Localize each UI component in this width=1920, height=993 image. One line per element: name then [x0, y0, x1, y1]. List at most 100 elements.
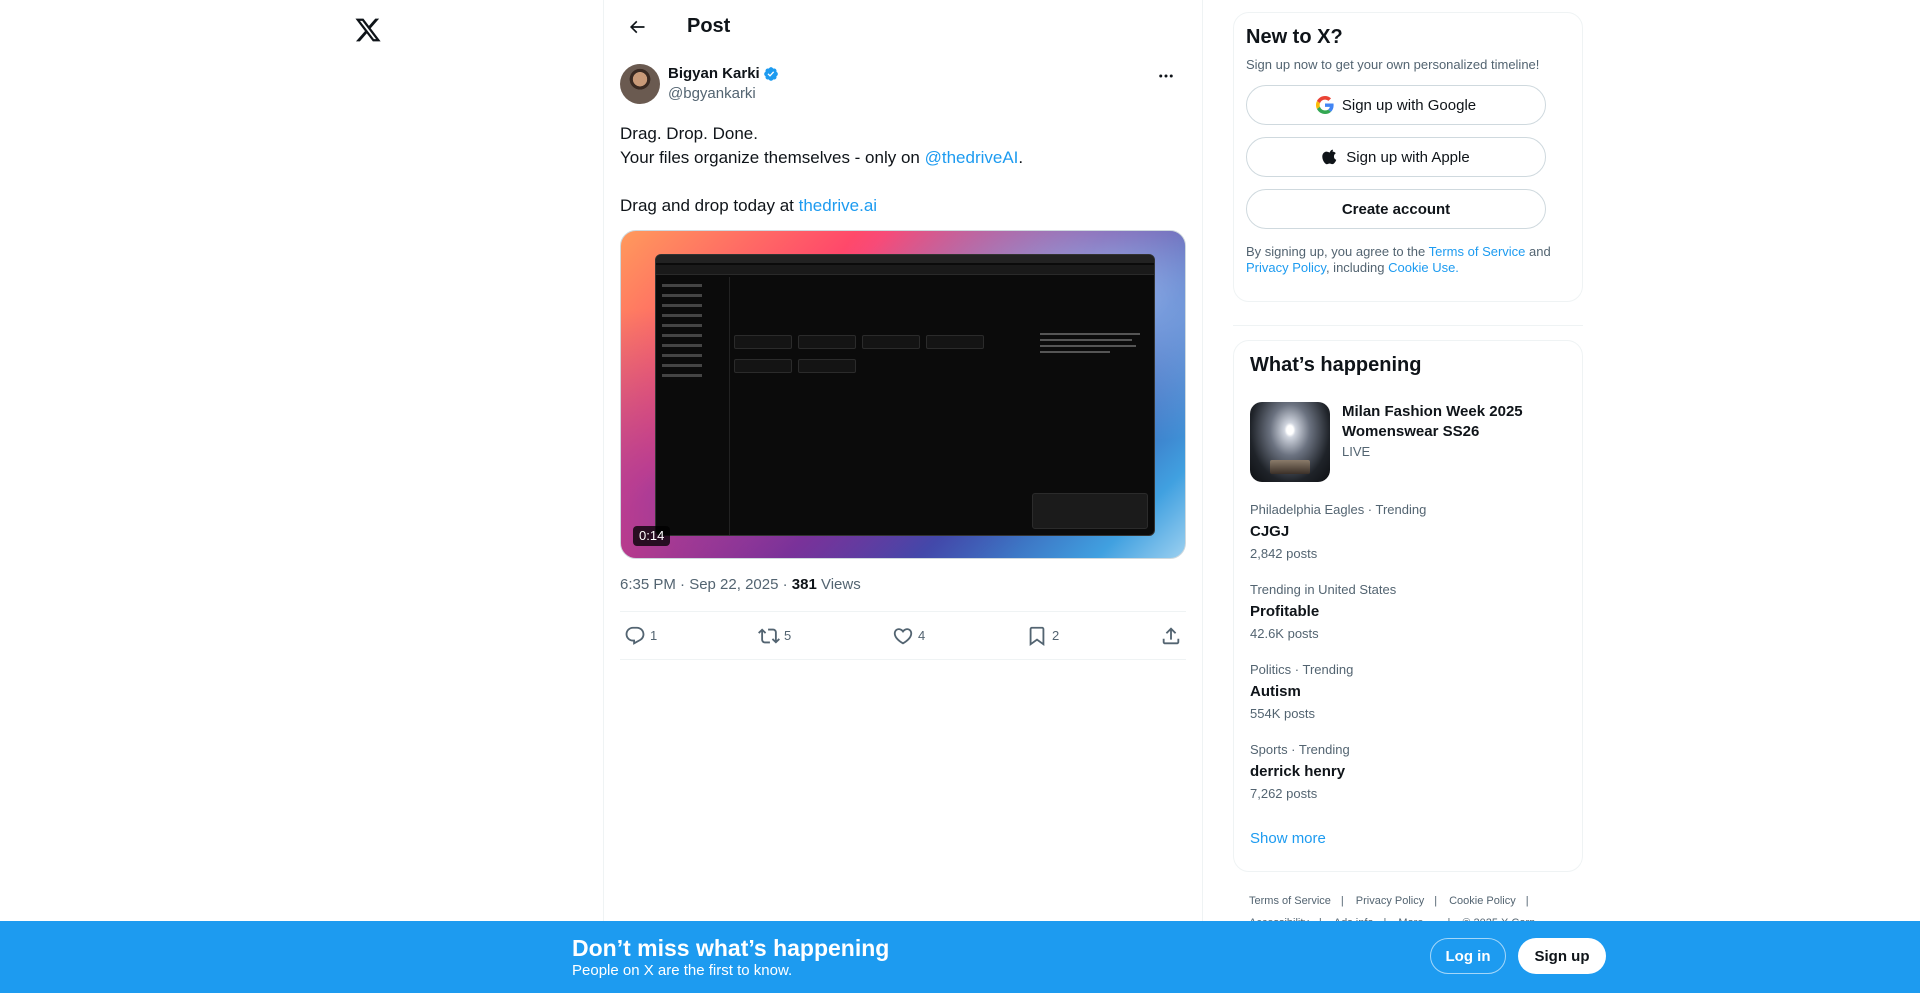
trend-item[interactable]: Politics · Trending Autism 554K posts — [1250, 662, 1566, 722]
bookmark-button[interactable]: 2 — [1026, 625, 1160, 647]
featured-trend-image — [1250, 402, 1330, 482]
post: Bigyan Karki @bgyankarki Drag. Drop. Don… — [604, 64, 1202, 660]
trend-count: 2,842 posts — [1250, 546, 1318, 561]
banner-buttons: Log in Sign up — [1430, 938, 1606, 974]
signup-title: New to X? — [1246, 26, 1343, 48]
create-account-button[interactable]: Create account — [1246, 189, 1546, 229]
x-logo-icon[interactable] — [348, 10, 388, 50]
footer-link[interactable]: Terms of Service — [1249, 890, 1331, 912]
apple-signup-button[interactable]: Sign up with Apple — [1246, 137, 1546, 177]
trend-name: Profitable — [1250, 603, 1320, 620]
share-button[interactable] — [1160, 625, 1182, 647]
trending-card: What’s happening Milan Fashion Week 2025… — [1233, 340, 1583, 872]
signup-subtitle: Sign up now to get your own personalized… — [1246, 57, 1540, 72]
author-name-row: Bigyan Karki — [668, 64, 779, 84]
trend-category: Philadelphia Eagles · Trending — [1250, 502, 1427, 517]
signup-button[interactable]: Sign up — [1518, 938, 1606, 974]
repost-button[interactable]: 5 — [758, 625, 892, 647]
footer-link[interactable]: Privacy Policy — [1356, 890, 1424, 912]
show-more-link[interactable]: Show more — [1250, 830, 1566, 847]
login-button[interactable]: Log in — [1430, 938, 1506, 974]
apple-signup-label: Sign up with Apple — [1346, 148, 1470, 166]
author-row: Bigyan Karki @bgyankarki — [620, 64, 1186, 110]
mention-link[interactable]: @thedriveAI — [925, 148, 1019, 167]
repost-count: 5 — [784, 628, 792, 643]
views-label: Views — [816, 576, 861, 593]
trend-count: 42.6K posts — [1250, 626, 1319, 641]
like-button[interactable]: 4 — [892, 625, 1026, 647]
signup-card: New to X? Sign up now to get your own pe… — [1233, 12, 1583, 302]
trend-count: 554K posts — [1250, 706, 1316, 721]
trend-item[interactable]: Philadelphia Eagles · Trending CJGJ 2,84… — [1250, 502, 1566, 562]
post-actions: 1 5 4 2 — [620, 611, 1186, 660]
left-nav — [340, 0, 602, 993]
google-signup-label: Sign up with Google — [1341, 96, 1477, 114]
trend-name: Autism — [1250, 683, 1301, 700]
page-title: Post — [687, 15, 731, 37]
legal-text: and — [1525, 244, 1551, 259]
live-badge: LIVE — [1342, 444, 1371, 459]
post-header: Post — [604, 0, 1202, 53]
author-handle[interactable]: @bgyankarki — [668, 84, 779, 104]
divider — [1233, 325, 1583, 326]
reply-count: 1 — [650, 628, 658, 643]
login-banner: Don’t miss what’s happening People on X … — [0, 921, 1920, 993]
post-text-fragment: Your files organize themselves - only on — [620, 148, 925, 167]
right-sidebar: New to X? Sign up now to get your own pe… — [1233, 0, 1583, 934]
bookmark-count: 2 — [1052, 628, 1060, 643]
views-count: 381 — [791, 576, 817, 593]
banner-subtitle: People on X are the first to know. — [572, 962, 793, 979]
reply-button[interactable]: 1 — [624, 625, 758, 647]
trend-category: Politics · Trending — [1250, 662, 1354, 677]
banner-title: Don’t miss what’s happening — [572, 935, 890, 961]
reply-icon — [625, 626, 645, 645]
create-account-label: Create account — [1341, 200, 1451, 218]
trend-name: derrick henry — [1250, 763, 1346, 780]
video-player[interactable]: 0:14 — [620, 230, 1186, 559]
author-name[interactable]: Bigyan Karki — [668, 64, 760, 84]
trend-category: Sports · Trending — [1250, 742, 1350, 757]
trend-item[interactable]: Trending in United States Profitable 42.… — [1250, 582, 1566, 642]
post-text-line: Drag and drop today at thedrive.ai — [620, 194, 1186, 218]
footer-link[interactable]: Cookie Policy — [1449, 890, 1516, 912]
video-frame — [655, 254, 1155, 536]
trending-title: What’s happening — [1250, 354, 1422, 376]
post-text-fragment: Drag and drop today at — [620, 196, 799, 215]
post-text-blank — [620, 170, 1186, 194]
repost-icon — [758, 628, 780, 643]
legal-text: , including — [1325, 260, 1389, 275]
url-link[interactable]: thedrive.ai — [799, 196, 877, 215]
legal-text: By signing up, you agree to the — [1246, 244, 1429, 259]
post-text-line: Drag. Drop. Done. — [620, 124, 758, 143]
terms-link[interactable]: Terms of Service — [1429, 244, 1526, 259]
post-text-line: Your files organize themselves - only on… — [620, 146, 1186, 170]
signup-legal: By signing up, you agree to the Terms of… — [1246, 244, 1570, 276]
apple-icon — [1322, 149, 1337, 165]
back-arrow-icon[interactable] — [620, 10, 654, 44]
trend-category: Trending in United States — [1250, 582, 1397, 597]
trend-count: 7,262 posts — [1250, 786, 1318, 801]
featured-trend-title: Milan Fashion Week 2025 Womenswear SS26 — [1342, 403, 1523, 440]
heart-icon — [893, 627, 913, 644]
main-column: Post Bigyan Karki @bgyankarki Drag. Drop… — [603, 0, 1203, 993]
author-meta: Bigyan Karki @bgyankarki — [668, 64, 779, 104]
featured-trend[interactable]: Milan Fashion Week 2025 Womenswear SS26 … — [1250, 402, 1566, 482]
share-icon — [1162, 626, 1180, 644]
post-text: Drag. Drop. Done. Your files organize th… — [620, 122, 1186, 218]
post-timestamp[interactable]: 6:35 PM · Sep 22, 2025 · — [620, 576, 792, 593]
trend-item[interactable]: Sports · Trending derrick henry 7,262 po… — [1250, 742, 1566, 802]
post-text-fragment: . — [1018, 148, 1024, 167]
post-meta: 6:35 PM · Sep 22, 2025 · 381 Views — [620, 575, 1186, 595]
google-signup-button[interactable]: Sign up with Google — [1246, 85, 1546, 125]
google-icon — [1315, 96, 1334, 114]
more-options-icon[interactable] — [1154, 64, 1178, 88]
verified-badge-icon — [763, 67, 778, 81]
like-count: 4 — [918, 628, 926, 643]
privacy-link[interactable]: Privacy Policy — [1246, 260, 1326, 275]
bookmark-icon — [1029, 626, 1045, 646]
avatar[interactable] — [620, 64, 660, 104]
featured-trend-text: Milan Fashion Week 2025 Womenswear SS26 … — [1342, 402, 1542, 482]
trend-name: CJGJ — [1250, 523, 1290, 540]
cookie-link[interactable]: Cookie Use. — [1388, 260, 1459, 275]
video-duration: 0:14 — [633, 526, 671, 546]
